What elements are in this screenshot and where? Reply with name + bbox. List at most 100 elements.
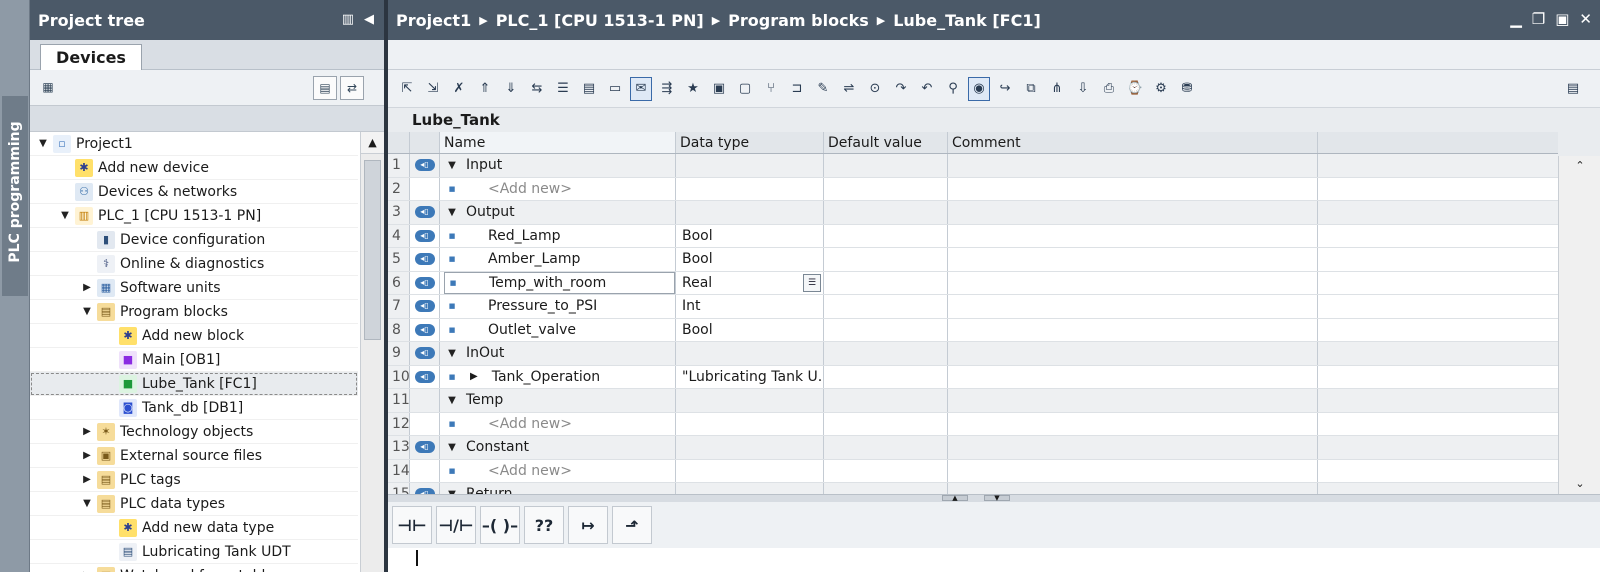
tree-item[interactable]: ▮ Device configuration [30, 228, 358, 252]
table-row[interactable]: 9 ◂▯ ▼ InOut [388, 342, 1558, 366]
table-row[interactable]: 1 ◂▯ ▼ Input [388, 154, 1558, 178]
default-value-cell[interactable] [824, 154, 948, 177]
branch-icon[interactable]: ⑂ [760, 77, 782, 101]
name-cell[interactable]: ■ Outlet_valve [440, 318, 676, 341]
comment-cell[interactable] [948, 459, 1318, 482]
snapshot-icon[interactable]: ⎙ [1098, 77, 1120, 101]
network-open-icon[interactable]: ▤ [578, 77, 600, 101]
comment-cell[interactable] [948, 436, 1318, 459]
close-icon[interactable]: ✕ [1579, 10, 1592, 28]
default-value-cell[interactable] [824, 295, 948, 318]
nc-contact-button[interactable]: ⊣/⊢ [436, 506, 476, 544]
tree-item[interactable]: ▶ ▦ Software units [30, 276, 358, 300]
section-collapse-icon[interactable]: ▼ [444, 207, 460, 218]
pin-panel-icon[interactable]: ▥ [342, 12, 354, 27]
default-value-cell[interactable] [824, 436, 948, 459]
tree-item[interactable]: ▶ ▤ PLC tags [30, 468, 358, 492]
default-value-cell[interactable] [824, 389, 948, 412]
tree-item[interactable]: ⚇ Devices & networks [30, 180, 358, 204]
data-type-cell[interactable]: Bool [676, 248, 824, 271]
call-hierarchy-icon[interactable]: ⋔ [1046, 77, 1068, 101]
tree-expander-icon[interactable]: ▶ [80, 450, 94, 461]
section-collapse-icon[interactable]: ▼ [444, 395, 460, 406]
empty-box-icon[interactable]: ▢ [734, 77, 756, 101]
compare-icon[interactable]: ⇌ [838, 77, 860, 101]
close-branch-icon[interactable]: ⊐ [786, 77, 808, 101]
default-value-cell[interactable] [824, 342, 948, 365]
comment-cell[interactable] [948, 248, 1318, 271]
tree-item[interactable]: ▶▤Watch and force tables [30, 564, 358, 572]
comments-icon[interactable]: ✉ [630, 76, 652, 101]
toggle-icon[interactable]: ⇆ [526, 77, 548, 101]
tree-item[interactable]: ■ Lube_Tank [FC1] [30, 372, 358, 396]
edit-line-icon[interactable]: ✎ [812, 77, 834, 101]
move-up-icon[interactable]: ⇑ [474, 77, 496, 101]
breadcrumb-item[interactable]: Program blocks [728, 11, 869, 30]
data-type-cell[interactable]: Bool [676, 224, 824, 247]
col-name-header[interactable]: Name [440, 132, 676, 153]
name-cell[interactable]: ■ <Add new> [440, 459, 676, 482]
name-cell[interactable]: ▼ Output [440, 201, 676, 224]
default-value-cell[interactable] [824, 412, 948, 435]
data-type-picker-icon[interactable]: ☰ [803, 273, 821, 292]
comment-cell[interactable] [948, 318, 1318, 341]
comment-cell[interactable] [948, 365, 1318, 388]
name-cell[interactable]: ▼ Input [440, 154, 676, 177]
move-down-icon[interactable]: ⇓ [500, 77, 522, 101]
section-collapse-icon[interactable]: ▼ [444, 160, 460, 171]
breakpoint-icon[interactable]: ◉ [968, 76, 990, 101]
network-area[interactable] [388, 548, 1600, 572]
col-comment-header[interactable]: Comment [948, 132, 1318, 153]
name-cell[interactable]: ■ Amber_Lamp [440, 248, 676, 271]
data-type-cell[interactable] [676, 459, 824, 482]
tree-item[interactable]: ◙ Tank_db [DB1] [30, 396, 358, 420]
network-close-icon[interactable]: ▭ [604, 77, 626, 101]
step-icon[interactable]: ↪ [994, 77, 1016, 101]
data-type-cell[interactable] [676, 201, 824, 224]
table-scrollbar[interactable]: ⌃ ⌄ [1558, 156, 1600, 494]
tree-expander-icon[interactable]: ▶ [80, 426, 94, 437]
data-type-cell[interactable] [676, 483, 824, 494]
tree-expander-icon[interactable]: ▼ [80, 498, 94, 509]
name-cell[interactable]: ■ <Add new> [440, 177, 676, 200]
tree-expander-icon[interactable]: ▼ [36, 138, 50, 149]
table-row[interactable]: 2 ■ <Add new> [388, 177, 1558, 201]
col-data-type-header[interactable]: Data type [676, 132, 824, 153]
box-icon[interactable]: ▣ [708, 77, 730, 101]
scroll-up-arrow-icon[interactable]: ▲ [361, 132, 384, 154]
tree-item[interactable]: ■ Main [OB1] [30, 348, 358, 372]
name-cell[interactable]: ▼ InOut [440, 342, 676, 365]
data-type-cell[interactable]: "Lubricating Tank U... [676, 365, 824, 388]
network-list-icon[interactable]: ☰ [552, 77, 574, 101]
default-value-cell[interactable] [824, 483, 948, 494]
table-row[interactable]: 12 ■ <Add new> [388, 412, 1558, 436]
name-cell[interactable]: ■ <Add new> [440, 412, 676, 435]
name-cell[interactable]: ■ Temp_with_room [440, 271, 676, 294]
name-cell[interactable]: ▼ Constant [440, 436, 676, 459]
table-row[interactable]: 14 ■ <Add new> [388, 459, 1558, 483]
default-value-cell[interactable] [824, 459, 948, 482]
tree-item[interactable]: ✱ Add new data type [30, 516, 358, 540]
comment-cell[interactable] [948, 342, 1318, 365]
tree-item[interactable]: ▼ ▤ Program blocks [30, 300, 358, 324]
name-cell[interactable]: ▼ Temp [440, 389, 676, 412]
name-cell[interactable]: ■ Pressure_to_PSI [440, 295, 676, 318]
tree-item[interactable]: ⚕ Online & diagnostics [30, 252, 358, 276]
tree-item[interactable]: ▼ ▥ PLC_1 [CPU 1513-1 PN] [30, 204, 358, 228]
comment-cell[interactable] [948, 412, 1318, 435]
watch-icon[interactable]: ⌚ [1124, 77, 1146, 101]
coil-button[interactable]: –( )– [480, 506, 520, 544]
close-branch-button[interactable]: ⬏ [612, 506, 652, 544]
add-row-icon[interactable]: ⇲ [422, 77, 444, 101]
scroll-thumb[interactable] [364, 160, 381, 340]
default-value-cell[interactable] [824, 177, 948, 200]
data-type-cell[interactable] [676, 342, 824, 365]
default-value-cell[interactable] [824, 201, 948, 224]
tree-properties-icon[interactable]: ▦ [36, 76, 60, 100]
overview-view-icon[interactable]: ▤ [313, 76, 337, 100]
default-value-cell[interactable] [824, 318, 948, 341]
no-contact-button[interactable]: ⊣⊢ [392, 506, 432, 544]
tree-expander-icon[interactable]: ▶ [80, 474, 94, 485]
memory-icon[interactable]: ⛃ [1176, 77, 1198, 101]
reference-icon[interactable]: ⚲ [942, 77, 964, 101]
